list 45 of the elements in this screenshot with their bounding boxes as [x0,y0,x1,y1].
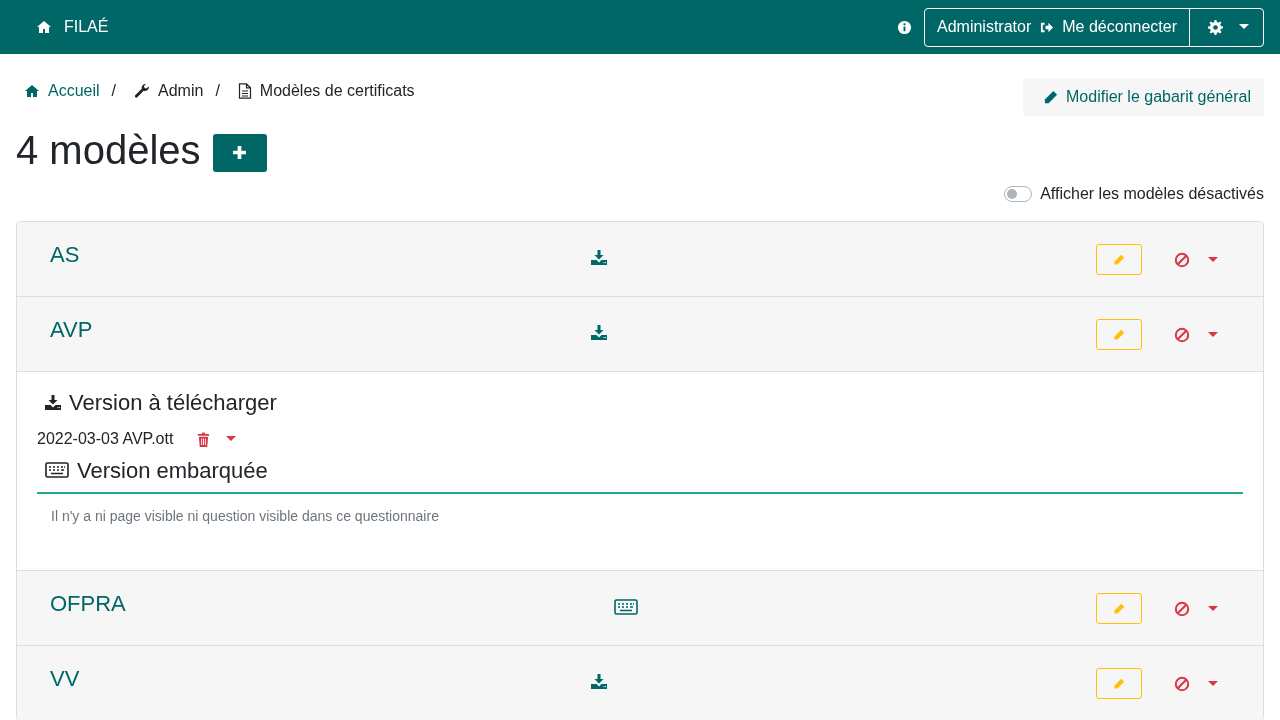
sign-out-icon [1039,20,1055,34]
model-name-link[interactable]: AVP [50,317,93,343]
caret-icon [1239,24,1249,30]
empty-message: Il n'y a ni page visible ni question visible dans ce questionnaire [51,508,440,524]
caret-icon[interactable] [1208,605,1218,612]
disable-icon[interactable] [1174,326,1190,343]
document-icon [237,83,252,99]
pencil-icon [1113,328,1125,341]
caret-icon[interactable] [1208,331,1218,338]
model-name-link[interactable]: OFPRA [50,591,126,617]
caret-icon[interactable] [1208,256,1218,263]
home-icon [36,20,52,34]
pencil-icon [1043,89,1058,105]
breadcrumb-separator: / [215,82,220,100]
pencil-icon [1113,253,1125,266]
wrench-icon [134,83,151,99]
home-link[interactable]: FILAÉ [36,18,109,36]
section-heading: Version embarquée [77,458,268,484]
model-name-link[interactable]: AS [50,242,80,268]
file-name: 2022-03-03 AVP.ott [37,430,174,448]
disable-icon[interactable] [1174,675,1190,692]
home-icon [24,84,40,98]
section-heading: Version à télécharger [69,390,277,416]
plus-icon [233,146,247,159]
toggle-switch[interactable] [1004,186,1033,202]
pencil-icon [1113,677,1125,690]
breadcrumb-link[interactable]: Accueil [48,82,100,100]
model-name-link[interactable]: VV [50,666,80,692]
breadcrumb-item: Modèles de certificats [259,82,415,100]
settings-icon [1208,19,1223,35]
info-icon[interactable] [897,19,912,35]
page-title: 4 modèles [16,128,201,173]
delete-icon[interactable] [197,431,211,447]
disable-icon[interactable] [1174,251,1190,268]
disable-icon[interactable] [1174,600,1190,617]
toggle-label: Afficher les modèles désactivés [1040,185,1264,203]
user-name: Administrator [937,18,1032,36]
breadcrumb-separator: / [111,82,117,100]
edit-template-button[interactable]: Modifier le gabarit général [1023,78,1264,116]
caret-icon[interactable] [226,436,237,442]
logout-label: Me déconnecter [1062,18,1177,36]
breadcrumb-item: Admin [158,82,204,100]
pencil-icon [1113,602,1125,615]
caret-icon[interactable] [1208,680,1218,687]
add-button[interactable] [212,133,267,172]
